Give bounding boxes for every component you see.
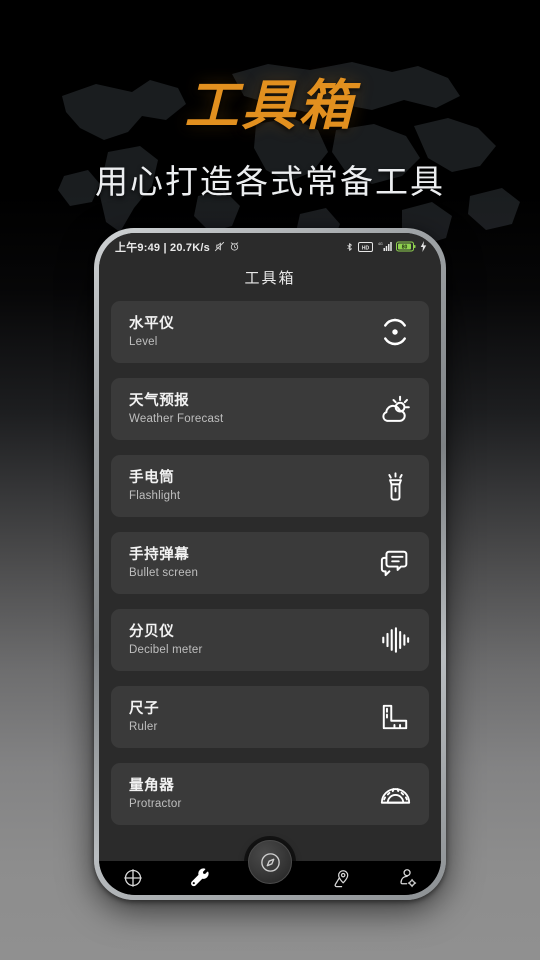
list-item-title: 分贝仪 <box>129 623 175 640</box>
list-item[interactable]: 手电筒 Flashlight <box>111 455 429 517</box>
list-item-title: 水平仪 <box>129 315 175 332</box>
list-item[interactable]: 分贝仪 Decibel meter <box>111 609 429 671</box>
phone-screen: 上午9:49 | 20.7K/s HD 4G 80 工具箱 水平仪 Level … <box>99 233 441 895</box>
list-item-text: 手电筒 Flashlight <box>129 469 378 504</box>
status-bar-right: HD 4G 80 <box>345 241 427 253</box>
svg-text:HD: HD <box>362 245 370 251</box>
poster-subtitle: 用心打造各式常备工具 <box>95 162 445 200</box>
bullet-screen-icon <box>378 546 412 580</box>
weather-icon <box>378 392 412 426</box>
list-item[interactable]: 量角器 Protractor <box>111 763 429 825</box>
list-item-subtitle: Bullet screen <box>129 566 199 579</box>
list-item[interactable]: 尺子 Ruler <box>111 686 429 748</box>
profile-settings-icon <box>399 868 416 887</box>
list-item-subtitle: Protractor <box>129 797 182 810</box>
poster-title: 工具箱 <box>184 76 356 136</box>
nav-item-tools[interactable] <box>167 861 235 895</box>
battery-icon: 80 <box>396 241 416 252</box>
bluetooth-icon <box>347 242 352 251</box>
protractor-icon <box>378 777 412 811</box>
mute-icon <box>214 241 225 252</box>
flashlight-icon <box>378 469 412 503</box>
list-item-subtitle: Decibel meter <box>129 643 203 656</box>
crosshair-icon <box>124 869 142 887</box>
list-item[interactable]: 水平仪 Level <box>111 301 429 363</box>
page-title: 工具箱 <box>244 269 296 287</box>
tool-list[interactable]: 水平仪 Level 天气预报 Weather Forecast 手电筒 Flas… <box>99 294 441 861</box>
list-item-title: 量角器 <box>129 777 175 794</box>
charging-icon <box>420 241 427 252</box>
status-bar-left: 上午9:49 | 20.7K/s <box>115 239 240 255</box>
nav-item-location[interactable] <box>306 861 374 895</box>
list-item-subtitle: Ruler <box>129 720 158 733</box>
wrench-icon <box>191 867 209 886</box>
nav-item-profile-settings[interactable] <box>373 861 441 895</box>
list-item-text: 手持弹幕 Bullet screen <box>129 546 378 581</box>
decibel-icon <box>378 623 412 657</box>
status-time-and-network: 上午9:49 | 20.7K/s <box>115 241 210 254</box>
list-item-text: 分贝仪 Decibel meter <box>129 623 378 658</box>
battery-level-label: 80 <box>402 245 408 251</box>
compass-icon <box>260 852 280 872</box>
location-pin-icon <box>334 870 349 888</box>
list-item-text: 水平仪 Level <box>129 315 378 350</box>
list-item-title: 手持弹幕 <box>129 546 190 563</box>
list-item-text: 尺子 Ruler <box>129 700 378 735</box>
ruler-icon <box>378 700 412 734</box>
list-item-title: 天气预报 <box>129 392 190 409</box>
compass-fab-button[interactable] <box>248 840 292 884</box>
level-icon <box>378 315 412 349</box>
list-item-subtitle: Level <box>129 335 158 348</box>
nav-item-crosshair[interactable] <box>99 861 167 895</box>
alarm-icon <box>230 242 239 251</box>
list-item-subtitle: Weather Forecast <box>129 412 224 425</box>
list-item[interactable]: 天气预报 Weather Forecast <box>111 378 429 440</box>
list-item-title: 尺子 <box>129 700 160 717</box>
status-bar: 上午9:49 | 20.7K/s HD 4G 80 <box>99 233 441 260</box>
list-item-subtitle: Flashlight <box>129 489 181 502</box>
list-item-title: 手电筒 <box>129 469 175 486</box>
list-item[interactable]: 手持弹幕 Bullet screen <box>111 532 429 594</box>
phone-mockup: 上午9:49 | 20.7K/s HD 4G 80 工具箱 水平仪 Level … <box>94 228 446 900</box>
signal-icon: 4G <box>378 242 392 251</box>
hd-icon: HD <box>358 241 373 252</box>
list-item-text: 天气预报 Weather Forecast <box>129 392 378 427</box>
poster-headline: 工具箱 用心打造各式常备工具 <box>0 78 540 203</box>
poster-canvas: 工具箱 用心打造各式常备工具 上午9:49 | 20.7K/s HD 4G 80… <box>0 0 540 960</box>
svg-text:4G: 4G <box>378 242 383 246</box>
app-title-bar: 工具箱 <box>99 260 441 294</box>
list-item-text: 量角器 Protractor <box>129 777 378 812</box>
